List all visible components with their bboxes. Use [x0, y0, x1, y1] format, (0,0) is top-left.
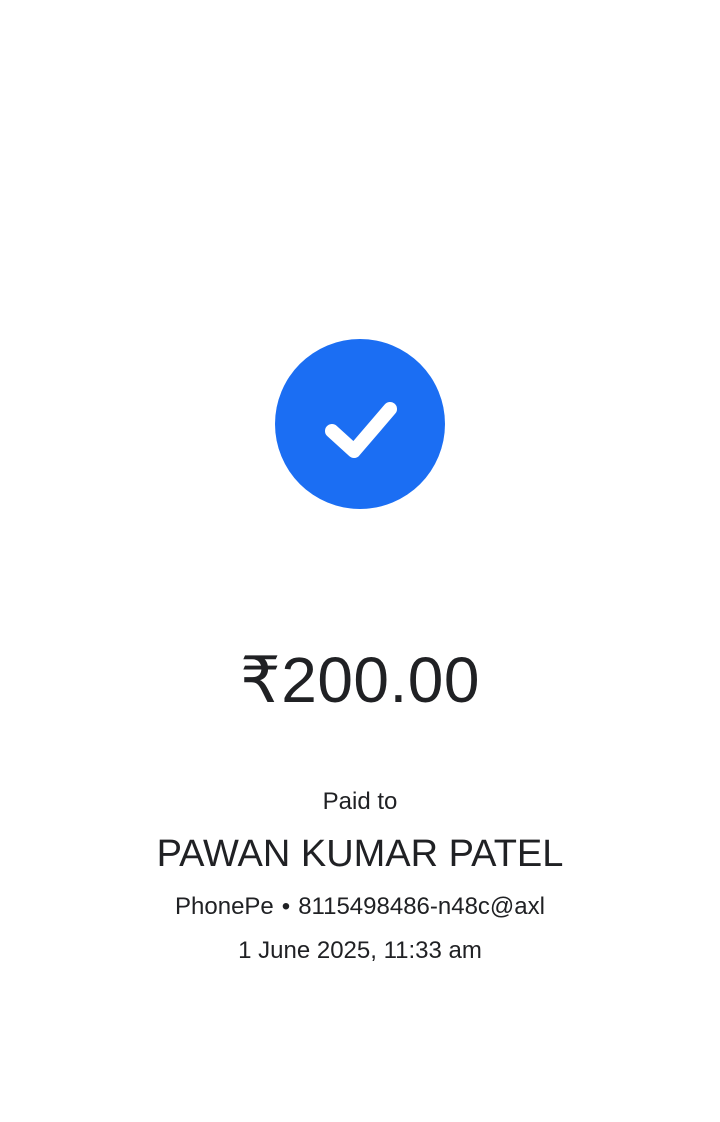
payment-timestamp: 1 June 2025, 11:33 am	[238, 937, 482, 964]
success-badge	[275, 339, 445, 509]
upi-id: 8115498486-n48c@axl	[298, 893, 545, 920]
payee-details: PhonePe • 8115498486-n48c@axl	[0, 890, 720, 924]
payment-provider: PhonePe	[175, 893, 274, 920]
payment-amount: ₹200.00	[240, 644, 480, 716]
payment-success-screen: ₹200.00 Paid to PAWAN KUMAR PATEL PhoneP…	[0, 0, 720, 1122]
paid-to-label: Paid to	[322, 788, 398, 815]
separator-dot: •	[281, 893, 291, 920]
checkmark-icon	[325, 402, 397, 458]
payee-name: PAWAN KUMAR PATEL	[156, 833, 564, 875]
